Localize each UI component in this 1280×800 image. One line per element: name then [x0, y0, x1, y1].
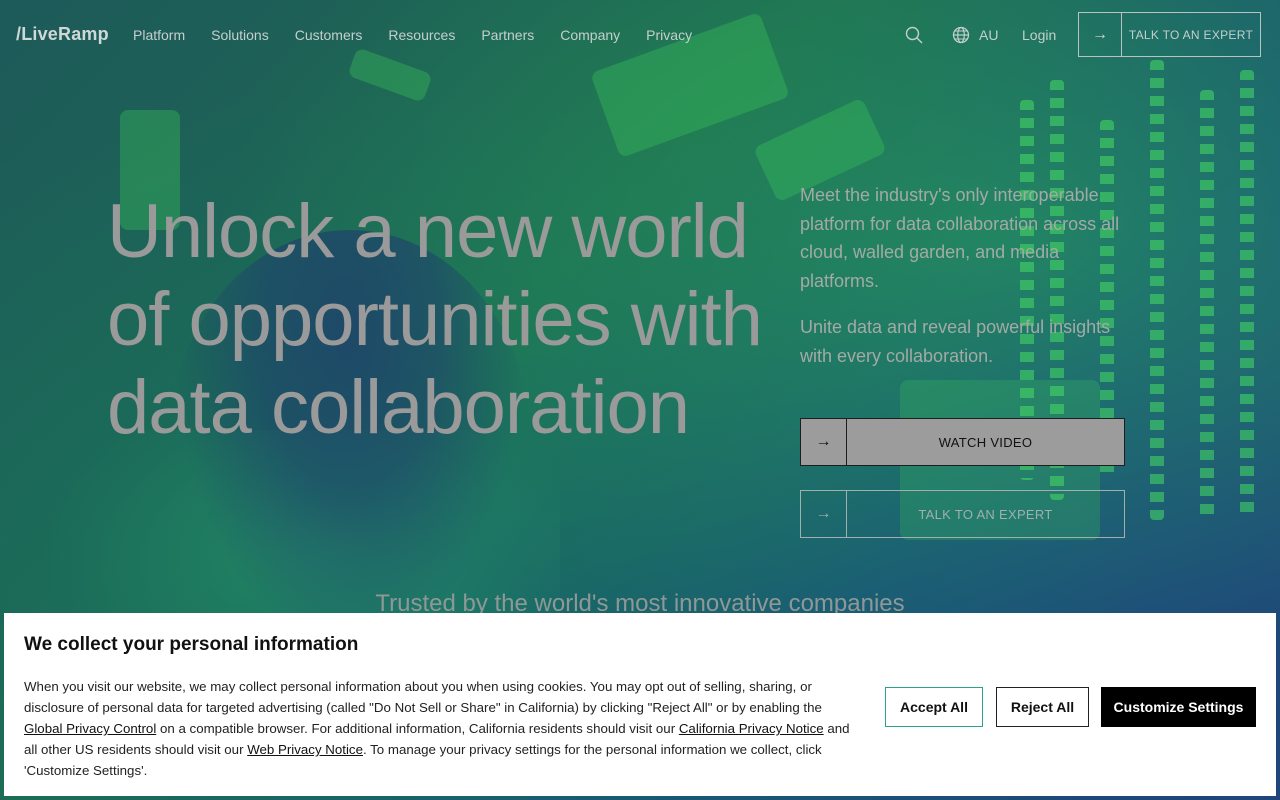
- watch-video-label: WATCH VIDEO: [938, 434, 1033, 450]
- cookie-text-part: on a compatible browser. For additional …: [156, 721, 679, 736]
- top-navigation: /LiveRamp Platform Solutions Customers R…: [0, 0, 1280, 70]
- nav-links: Platform Solutions Customers Resources P…: [133, 27, 718, 43]
- cookie-text-part: When you visit our website, we may colle…: [24, 679, 822, 715]
- hero-description: Meet the industry's only interoperable p…: [800, 181, 1140, 388]
- nav-item-company[interactable]: Company: [560, 27, 620, 43]
- search-icon[interactable]: [905, 26, 923, 44]
- nav-item-platform[interactable]: Platform: [133, 27, 185, 43]
- talk-to-expert-nav-label: TALK TO AN EXPERT: [1128, 27, 1254, 42]
- hero-description-paragraph-1: Meet the industry's only interoperable p…: [800, 185, 1120, 291]
- background-light-column: [1240, 70, 1254, 520]
- customize-settings-button[interactable]: Customize Settings: [1101, 687, 1256, 727]
- liveramp-logo[interactable]: /LiveRamp: [16, 24, 109, 45]
- arrow-right-icon: →: [801, 419, 847, 465]
- accept-all-button[interactable]: Accept All: [885, 687, 983, 727]
- nav-item-partners[interactable]: Partners: [481, 27, 534, 43]
- california-privacy-notice-link[interactable]: California Privacy Notice: [679, 721, 824, 736]
- arrow-right-icon: →: [801, 491, 847, 537]
- nav-item-customers[interactable]: Customers: [295, 27, 363, 43]
- nav-item-solutions[interactable]: Solutions: [211, 27, 269, 43]
- nav-item-resources[interactable]: Resources: [388, 27, 455, 43]
- region-selector[interactable]: AU: [979, 27, 998, 43]
- talk-to-expert-hero-label: TALK TO AN EXPERT: [918, 506, 1053, 522]
- reject-all-button[interactable]: Reject All: [996, 687, 1089, 727]
- web-privacy-notice-link[interactable]: Web Privacy Notice: [247, 742, 363, 757]
- nav-item-privacy[interactable]: Privacy: [646, 27, 692, 43]
- cookie-banner-title: We collect your personal information: [24, 634, 359, 655]
- cookie-banner-text: When you visit our website, we may colle…: [24, 676, 854, 781]
- login-link[interactable]: Login: [1022, 27, 1056, 43]
- watch-video-button[interactable]: → WATCH VIDEO: [800, 418, 1125, 466]
- global-privacy-control-link[interactable]: Global Privacy Control: [24, 721, 156, 736]
- talk-to-expert-nav-button[interactable]: → TALK TO AN EXPERT: [1078, 12, 1261, 57]
- background-light-column: [1150, 60, 1164, 520]
- cookie-consent-banner: We collect your personal information Whe…: [4, 613, 1276, 796]
- arrow-right-icon: →: [1079, 13, 1122, 56]
- talk-to-expert-hero-button[interactable]: → TALK TO AN EXPERT: [800, 490, 1125, 538]
- globe-icon[interactable]: [952, 26, 970, 44]
- hero-description-paragraph-2: Unite data and reveal powerful insights …: [800, 317, 1111, 366]
- background-light-column: [1200, 90, 1214, 520]
- hero-headline: Unlock a new world of opportunities with…: [107, 189, 763, 450]
